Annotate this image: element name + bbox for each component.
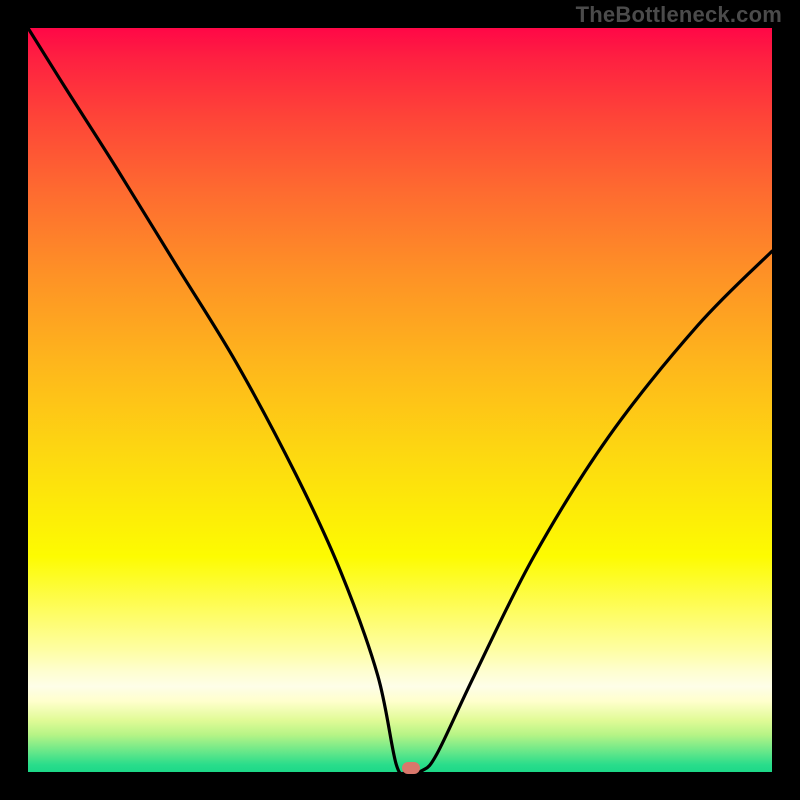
watermark-text: TheBottleneck.com [576, 2, 782, 28]
chart-stage: TheBottleneck.com [0, 0, 800, 800]
plot-gradient-background [28, 28, 772, 772]
